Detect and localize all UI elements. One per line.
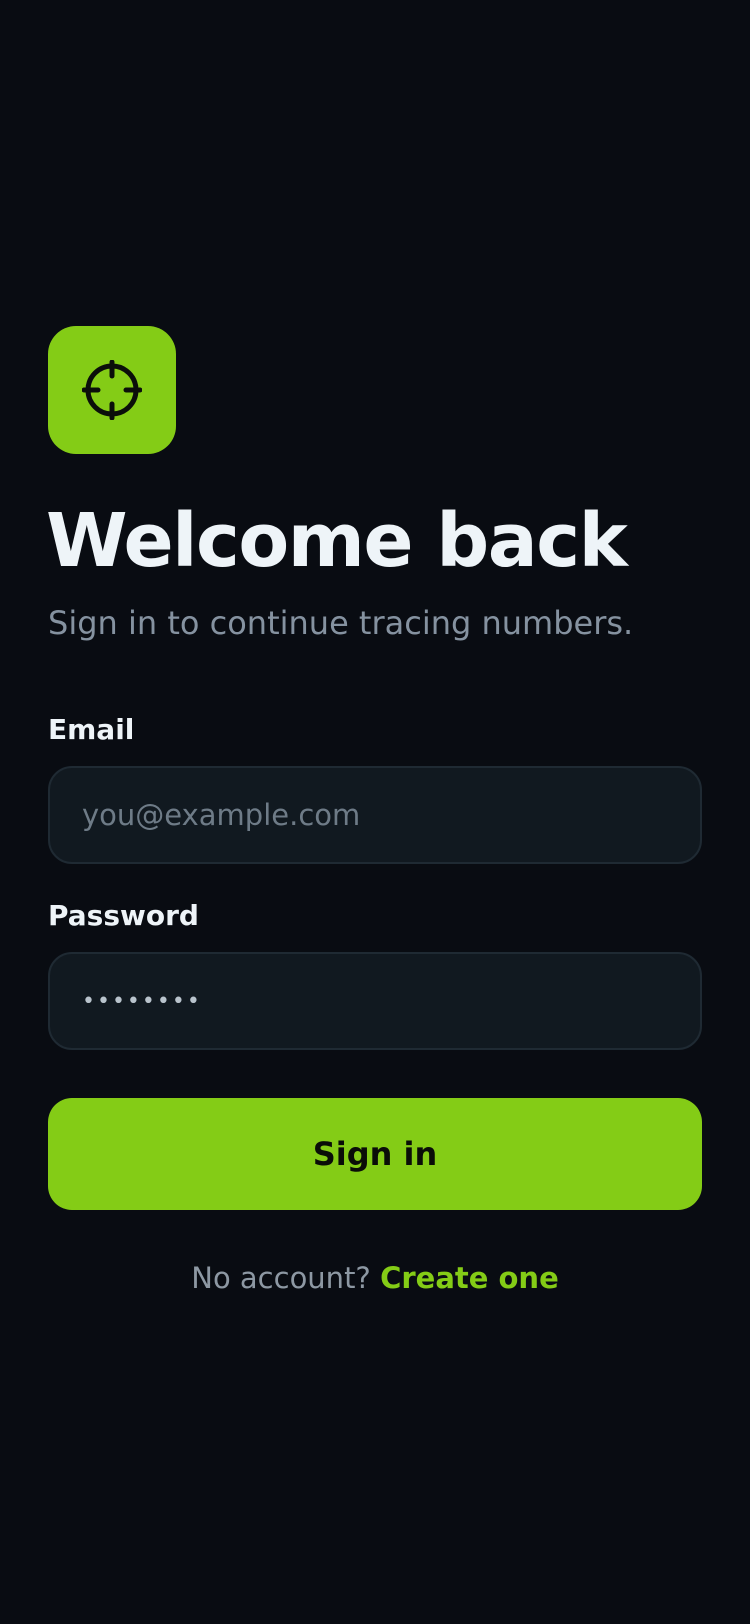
app-logo (48, 326, 176, 454)
signup-prompt: No account? Create one (0, 1258, 750, 1298)
crosshair-icon (82, 360, 142, 420)
password-input[interactable] (48, 952, 702, 1050)
no-account-text: No account? (191, 1261, 381, 1295)
email-label: Email (48, 713, 135, 746)
sign-in-screen: Welcome back Sign in to continue tracing… (0, 0, 750, 1624)
create-account-link[interactable]: Create one (380, 1261, 559, 1295)
sign-in-button[interactable]: Sign in (48, 1098, 702, 1210)
page-subtitle: Sign in to continue tracing numbers. (48, 604, 634, 642)
password-label: Password (48, 899, 199, 932)
email-input[interactable] (48, 766, 702, 864)
page-title: Welcome back (46, 498, 628, 584)
